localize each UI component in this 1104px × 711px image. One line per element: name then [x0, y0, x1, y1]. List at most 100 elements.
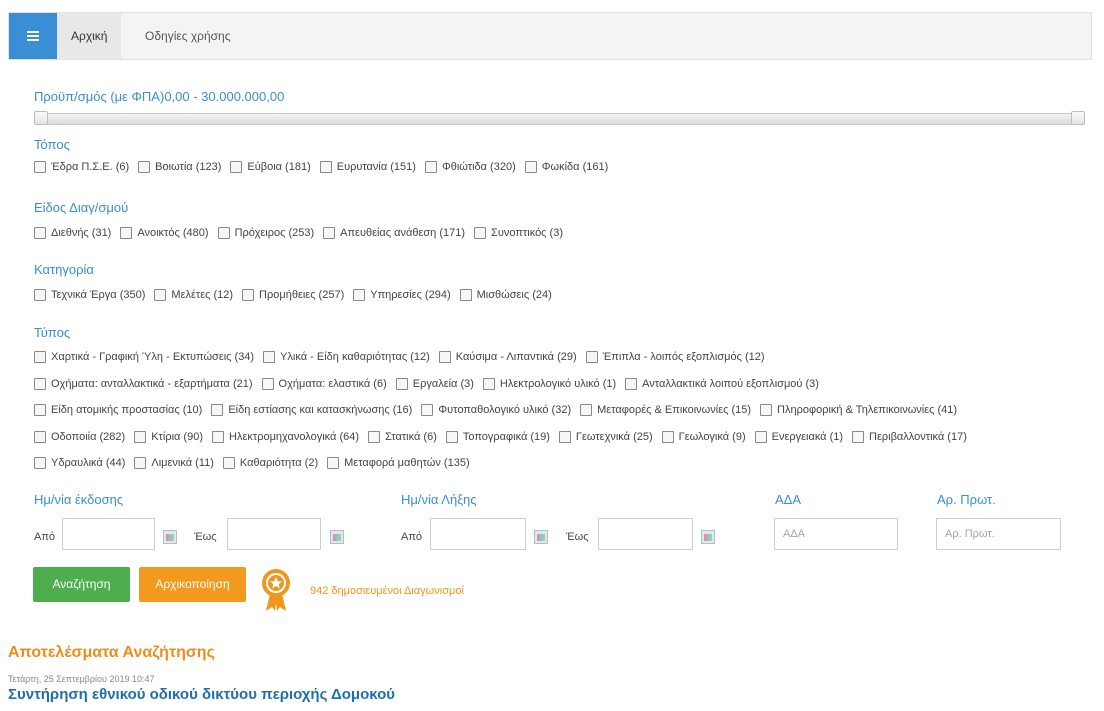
checkbox[interactable]: [138, 161, 151, 173]
filter-checkbox-item[interactable]: Οχήματα: ανταλλακτικά - εξαρτήματα (21): [34, 378, 253, 390]
filter-checkbox-item[interactable]: Τεχνικά Έργα (350): [34, 289, 145, 301]
checkbox[interactable]: [625, 378, 638, 390]
checkbox[interactable]: [34, 431, 46, 443]
slider-track[interactable]: [34, 113, 1085, 125]
filter-checkbox-item[interactable]: Απευθείας ανάθεση (171): [323, 227, 465, 239]
filter-checkbox-item[interactable]: Μεταφορά μαθητών (135): [327, 457, 470, 469]
checkbox[interactable]: [482, 378, 495, 390]
filter-checkbox-item[interactable]: Ανοικτός (480): [120, 227, 209, 239]
slider-handle-max[interactable]: [1071, 111, 1085, 125]
checkbox[interactable]: [134, 431, 147, 443]
checkbox[interactable]: [558, 431, 571, 443]
checkbox[interactable]: [760, 404, 773, 416]
protocol-input[interactable]: [936, 518, 1061, 550]
checkbox[interactable]: [212, 431, 224, 443]
checkbox[interactable]: [852, 431, 865, 443]
menu-button[interactable]: [9, 13, 57, 59]
calendar-icon[interactable]: [163, 530, 177, 544]
checkbox[interactable]: [34, 161, 46, 173]
checkbox[interactable]: [211, 404, 224, 416]
filter-checkbox-item[interactable]: Εύβοια (181): [230, 161, 311, 173]
filter-checkbox-item[interactable]: Πρόχειρος (253): [217, 227, 314, 239]
ada-input[interactable]: [774, 518, 898, 550]
calendar-icon[interactable]: [701, 530, 715, 544]
checkbox[interactable]: [222, 457, 235, 469]
filter-checkbox-item[interactable]: Καθαριότητα (2): [222, 457, 318, 469]
filter-checkbox-item[interactable]: Μεταφορές & Επικοινωνίες (15): [580, 404, 751, 416]
filter-checkbox-item[interactable]: Κτίρια (90): [134, 431, 203, 443]
budget-slider[interactable]: [34, 111, 1085, 125]
filter-checkbox-item[interactable]: Είδη ατομικής προστασίας (10): [34, 404, 202, 416]
reset-button[interactable]: Αρχικοποίηση: [139, 567, 246, 602]
checkbox[interactable]: [134, 457, 147, 469]
checkbox[interactable]: [438, 351, 451, 363]
filter-checkbox-item[interactable]: Μισθώσεις (24): [459, 289, 552, 301]
filter-checkbox-item[interactable]: Έδρα Π.Σ.Ε. (6): [34, 161, 129, 173]
checkbox[interactable]: [323, 227, 336, 239]
filter-checkbox-item[interactable]: Βοιωτία (123): [138, 161, 221, 173]
filter-checkbox-item[interactable]: Διεθνής (31): [34, 227, 111, 239]
filter-checkbox-item[interactable]: Καύσιμα - Λιπαντικά (29): [438, 351, 577, 363]
filter-checkbox-item[interactable]: Λιμενικά (11): [134, 457, 214, 469]
checkbox[interactable]: [34, 227, 46, 239]
checkbox[interactable]: [34, 457, 46, 469]
filter-checkbox-item[interactable]: Οδοποιία (282): [34, 431, 125, 443]
end-date-from-input[interactable]: [430, 518, 526, 550]
checkbox[interactable]: [368, 431, 381, 443]
filter-checkbox-item[interactable]: Οχήματα: ελαστικά (6): [261, 378, 387, 390]
checkbox[interactable]: [445, 431, 458, 443]
checkbox[interactable]: [580, 404, 593, 416]
filter-checkbox-item[interactable]: Υλικά - Είδη καθαριότητας (12): [263, 351, 430, 363]
filter-checkbox-item[interactable]: Είδη εστίασης και κατασκήνωσης (16): [211, 404, 412, 416]
checkbox[interactable]: [421, 404, 434, 416]
checkbox[interactable]: [154, 289, 167, 301]
filter-checkbox-item[interactable]: Μελέτες (12): [154, 289, 233, 301]
filter-checkbox-item[interactable]: Συνοπτικός (3): [474, 227, 563, 239]
checkbox[interactable]: [230, 161, 243, 173]
filter-checkbox-item[interactable]: Χαρτικά - Γραφική Ύλη - Εκτυπώσεις (34): [34, 351, 254, 363]
checkbox[interactable]: [353, 289, 366, 301]
checkbox[interactable]: [34, 351, 46, 363]
checkbox[interactable]: [585, 351, 598, 363]
filter-checkbox-item[interactable]: Προμήθειες (257): [242, 289, 344, 301]
checkbox[interactable]: [217, 227, 230, 239]
filter-checkbox-item[interactable]: Ανταλλακτικά λοιπού εξοπλισμού (3): [625, 378, 819, 390]
filter-checkbox-item[interactable]: Φυτοπαθολογικό υλικό (32): [421, 404, 571, 416]
filter-checkbox-item[interactable]: Εργαλεία (3): [395, 378, 474, 390]
checkbox[interactable]: [261, 378, 274, 390]
slider-handle-min[interactable]: [34, 111, 48, 125]
filter-checkbox-item[interactable]: Γεωλογικά (9): [661, 431, 746, 443]
filter-checkbox-item[interactable]: Φωκίδα (161): [524, 161, 608, 173]
checkbox[interactable]: [319, 161, 332, 173]
filter-checkbox-item[interactable]: Πληροφορική & Τηλεπικοινωνίες (41): [760, 404, 957, 416]
filter-checkbox-item[interactable]: Ηλεκτρολογικό υλικό (1): [482, 378, 616, 390]
filter-checkbox-item[interactable]: Ευρυτανία (151): [319, 161, 416, 173]
filter-checkbox-item[interactable]: Στατικά (6): [368, 431, 437, 443]
filter-checkbox-item[interactable]: Τοπογραφικά (19): [445, 431, 550, 443]
result-title-link[interactable]: Συντήρηση εθνικού οδικού δικτύου περιοχή…: [8, 686, 395, 703]
filter-checkbox-item[interactable]: Έπιπλα - λοιπός εξοπλισμός (12): [585, 351, 765, 363]
checkbox[interactable]: [474, 227, 487, 239]
filter-checkbox-item[interactable]: Ηλεκτρομηχανολογικά (64): [212, 431, 359, 443]
end-date-to-input[interactable]: [598, 518, 693, 550]
checkbox[interactable]: [327, 457, 340, 469]
filter-checkbox-item[interactable]: Φθιώτιδα (320): [424, 161, 516, 173]
checkbox[interactable]: [395, 378, 408, 390]
checkbox[interactable]: [263, 351, 276, 363]
issue-date-from-input[interactable]: [62, 518, 155, 550]
calendar-icon[interactable]: [330, 530, 344, 544]
checkbox[interactable]: [34, 289, 46, 301]
checkbox[interactable]: [34, 404, 46, 416]
filter-checkbox-item[interactable]: Περιβαλλοντικά (17): [852, 431, 967, 443]
checkbox[interactable]: [524, 161, 537, 173]
issue-date-to-input[interactable]: [227, 518, 321, 550]
checkbox[interactable]: [424, 161, 437, 173]
checkbox[interactable]: [120, 227, 133, 239]
checkbox[interactable]: [242, 289, 255, 301]
search-button[interactable]: Αναζήτηση: [33, 567, 130, 602]
tab-home[interactable]: Αρχική: [57, 13, 122, 59]
calendar-icon[interactable]: [534, 530, 548, 544]
filter-checkbox-item[interactable]: Υδραυλικά (44): [34, 457, 125, 469]
checkbox[interactable]: [661, 431, 674, 443]
filter-checkbox-item[interactable]: Γεωτεχνικά (25): [558, 431, 653, 443]
